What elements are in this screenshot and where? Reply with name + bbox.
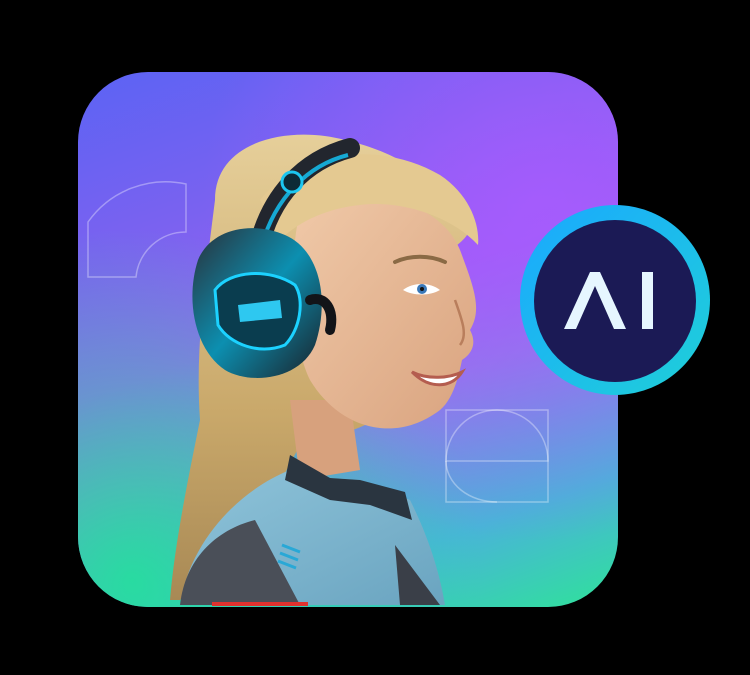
ai-letter-i-icon (642, 272, 653, 329)
accent-strip (212, 602, 308, 606)
hero-illustration (0, 0, 750, 675)
ai-logo-icon (564, 272, 653, 329)
ai-badge-label (534, 220, 696, 382)
eye-pupil-shape (420, 287, 424, 291)
headset-light-icon (280, 170, 304, 194)
ai-letter-a-icon (564, 272, 626, 329)
